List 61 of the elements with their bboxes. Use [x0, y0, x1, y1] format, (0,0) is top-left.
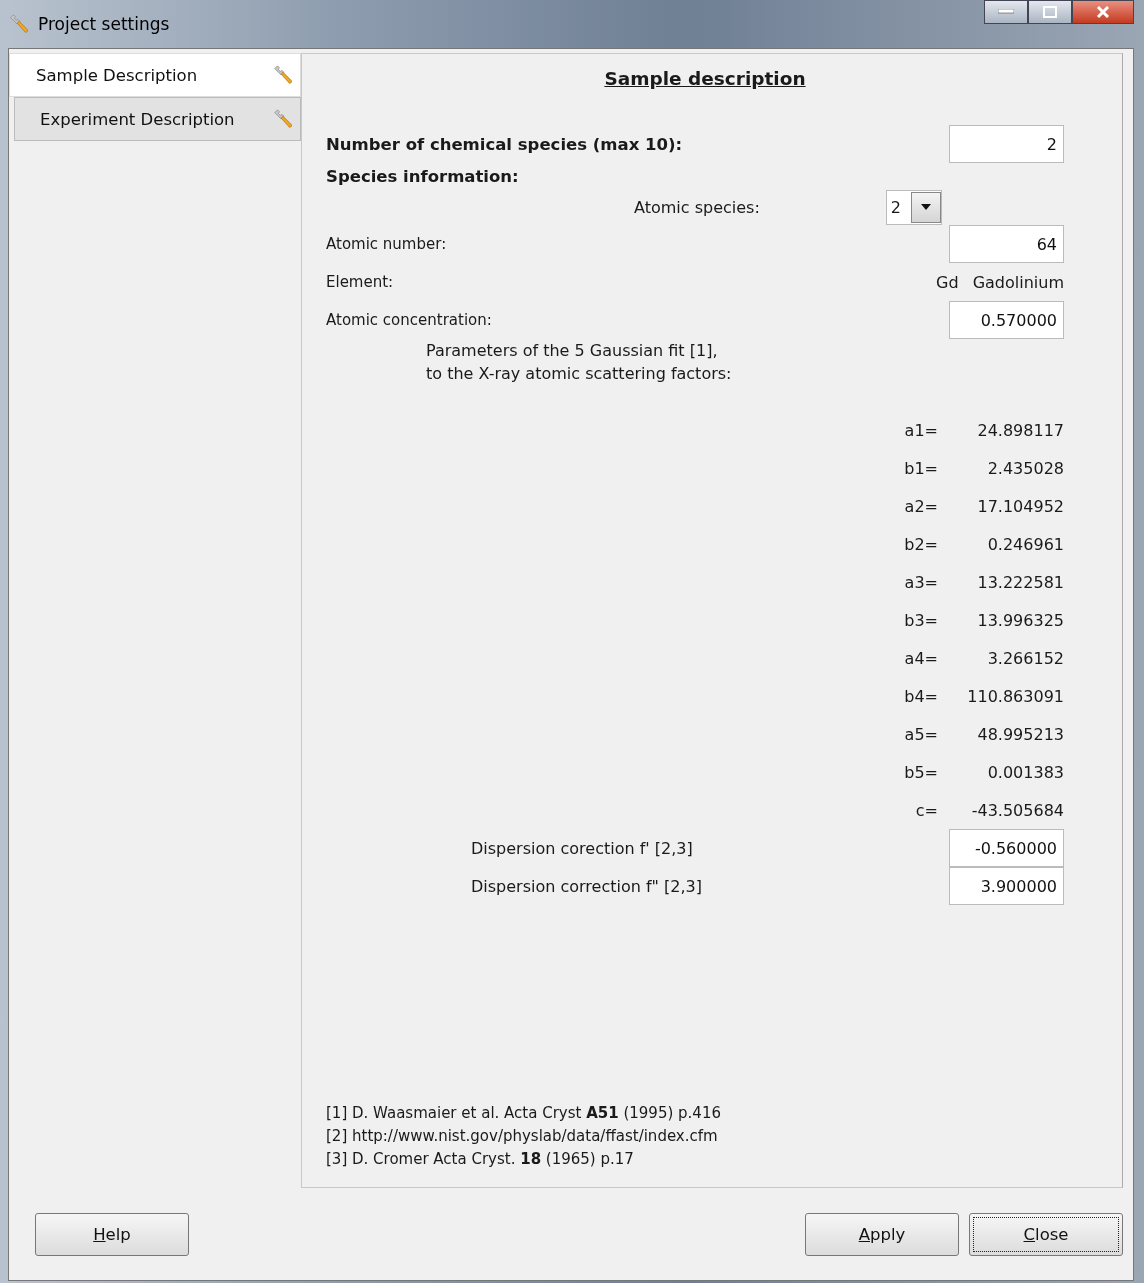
parameter-value: 48.995213	[976, 723, 1064, 746]
parameter-value: -43.505684	[970, 799, 1064, 822]
field-label: Dispersion corection f' [2,3]	[471, 838, 693, 858]
reference-text: [1] D. Waasmaier et al. Acta Cryst A51 (1995) p.416	[326, 1103, 722, 1124]
parameter-value: 13.222581	[976, 571, 1064, 594]
parameter-value: 110.863091	[966, 685, 1064, 708]
parameter-label: a4=	[904, 647, 939, 670]
element-symbol: Gd	[936, 272, 959, 292]
field-label: Atomic number:	[326, 235, 447, 253]
parameter-label: b2=	[904, 533, 939, 556]
dropdown-button[interactable]	[911, 191, 941, 223]
element-name: Gadolinium	[972, 272, 1064, 292]
input-field[interactable]: -0.560000	[949, 829, 1064, 867]
wrench-icon	[272, 64, 294, 86]
dialog-button[interactable]: Apply	[805, 1212, 959, 1256]
parameter-label: a1=	[904, 419, 939, 442]
field-label: Element:	[326, 273, 394, 291]
parameter-value: 24.898117	[976, 419, 1064, 442]
parameter-label: b3=	[904, 609, 939, 632]
close-button[interactable]	[1072, 0, 1134, 24]
note-text: to the X-ray atomic scattering factors:	[426, 363, 733, 385]
input-field[interactable]: 0.570000	[949, 301, 1064, 339]
parameter-label: a2=	[904, 495, 939, 518]
parameter-label: b4=	[904, 685, 939, 708]
caret-icon	[921, 204, 931, 210]
parameter-label: a5=	[904, 723, 939, 746]
dialog-button[interactable]: Close	[969, 1212, 1123, 1256]
panel-title: Sample description	[604, 68, 806, 89]
dialog-button[interactable]: Help	[35, 1212, 189, 1256]
field-label: Atomic concentration:	[326, 311, 492, 329]
wrench-icon	[8, 13, 30, 35]
sidebar-tab[interactable]: Experiment Description	[14, 97, 301, 141]
parameter-label: b1=	[904, 457, 939, 480]
parameter-value: 17.104952	[976, 495, 1064, 518]
maximize-icon	[1043, 6, 1057, 18]
maximize-button[interactable]	[1028, 0, 1072, 24]
parameter-value: 13.996325	[976, 609, 1064, 632]
minimize-icon	[998, 9, 1014, 15]
field-label: Number of chemical species (max 10):	[326, 134, 683, 154]
section-heading: Species information:	[326, 166, 519, 186]
field-label: Dispersion correction f" [2,3]	[471, 876, 702, 896]
close-icon	[1096, 6, 1110, 18]
parameter-value: 0.001383	[986, 761, 1064, 784]
wrench-icon	[272, 108, 294, 130]
input-field[interactable]: 3.900000	[949, 867, 1064, 905]
reference-text: [2] http://www.nist.gov/physlab/data/ffast/index.cfm	[326, 1126, 719, 1147]
sidebar-tab[interactable]: Sample Description	[9, 53, 301, 97]
window-title: Project settings	[38, 14, 170, 34]
parameter-label: a3=	[904, 571, 939, 594]
parameter-label: c=	[914, 799, 939, 822]
note-text: Parameters of the 5 Gaussian fit [1],	[426, 340, 719, 362]
input-field[interactable]: 64	[949, 225, 1064, 263]
species-dropdown[interactable]: 2	[885, 189, 942, 225]
parameter-value: 3.266152	[986, 647, 1064, 670]
parameter-label: b5=	[904, 761, 939, 784]
parameter-value: 0.246961	[986, 533, 1064, 556]
field-label: Atomic species:	[634, 197, 760, 217]
input-field[interactable]: 2	[949, 125, 1064, 163]
reference-text: [3] D. Cromer Acta Cryst. 18 (1965) p.17	[326, 1149, 635, 1170]
parameter-value: 2.435028	[986, 457, 1064, 480]
minimize-button[interactable]	[984, 0, 1028, 24]
